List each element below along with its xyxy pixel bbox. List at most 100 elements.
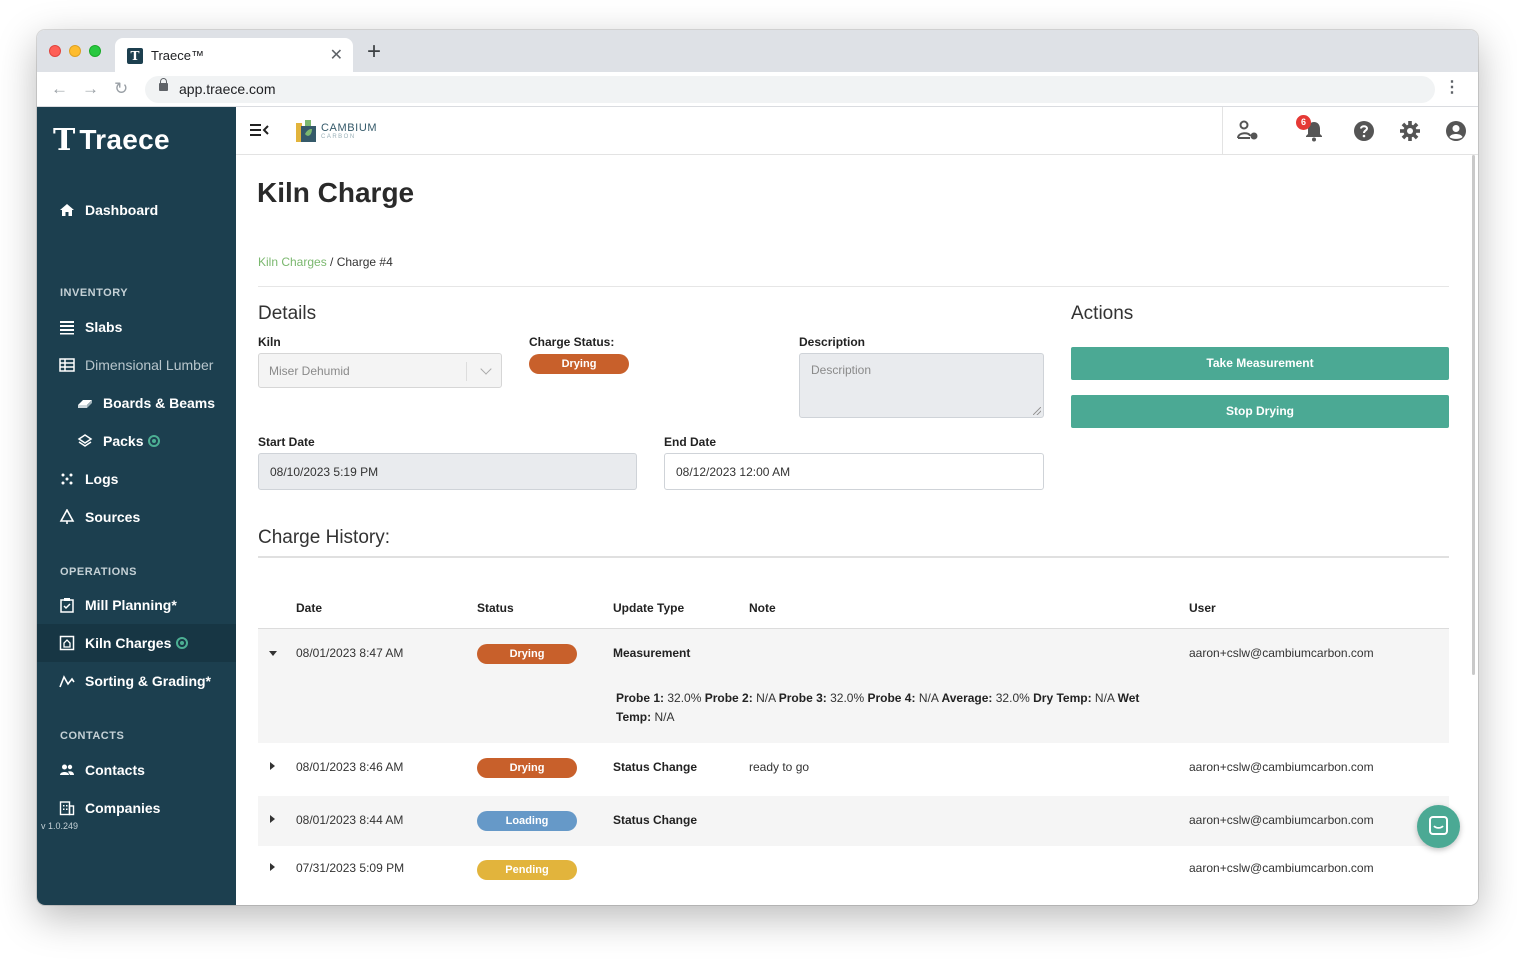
url-text: app.traece.com (179, 81, 276, 97)
new-tab-icon[interactable]: + (367, 40, 381, 64)
sidebar-item-sorting-grading[interactable]: Sorting & Grading* (37, 662, 236, 700)
section-label-operations: OPERATIONS (60, 566, 137, 578)
row-status-badge: Drying (477, 758, 577, 778)
browser-tab[interactable]: T Traece™ ✕ (115, 38, 353, 72)
charge-history-title: Charge History: (258, 527, 390, 548)
row-status-badge: Drying (477, 644, 577, 664)
sidebar-item-logs[interactable]: Logs (37, 460, 236, 498)
kiln-icon (59, 635, 75, 651)
row-date: 08/01/2023 8:46 AM (296, 760, 404, 774)
sidebar-item-label: Sources (85, 509, 141, 525)
breadcrumb: Kiln Charges / Charge #4 (258, 255, 393, 269)
sidebar-item-label: Packs (103, 433, 144, 449)
notifications-bell-icon[interactable]: 6 (1296, 115, 1326, 143)
column-header-date[interactable]: Date (296, 601, 322, 615)
description-label: Description (799, 335, 866, 349)
measurement-detail: Probe 1: 32.0% Probe 2: N/A Probe 3: 32.… (616, 691, 1140, 724)
start-date-label: Start Date (258, 435, 315, 449)
resize-handle-icon[interactable] (1033, 407, 1041, 415)
sorting-chart-icon (59, 673, 75, 689)
browser-tabbar: T Traece™ ✕ + (37, 30, 1478, 72)
home-icon (59, 202, 75, 218)
chat-support-button[interactable] (1417, 805, 1460, 848)
page-scrollbar[interactable] (1472, 155, 1475, 675)
address-bar: ← → ↻ app.traece.com ⋮ (37, 72, 1478, 107)
window-close-button[interactable] (49, 45, 61, 57)
column-header-update-type[interactable]: Update Type (613, 601, 684, 615)
row-date: 08/01/2023 8:47 AM (296, 646, 404, 660)
divider (258, 556, 1449, 558)
layers-icon (77, 433, 93, 449)
table-row[interactable]: 07/31/2023 5:09 PM Pending aaron+cslw@ca… (258, 846, 1449, 896)
traece-logo[interactable]: T Traece (53, 122, 170, 158)
sidebar-item-sources[interactable]: Sources (37, 498, 236, 536)
end-date-field[interactable]: 08/12/2023 12:00 AM (664, 453, 1044, 490)
row-update-type: Measurement (613, 646, 691, 660)
breadcrumb-link-kiln-charges[interactable]: Kiln Charges (258, 255, 327, 269)
details-title: Details (258, 303, 317, 324)
new-indicator-icon (148, 435, 161, 447)
end-date-label: End Date (664, 435, 717, 449)
select-divider (466, 362, 467, 381)
page-title: Kiln Charge (257, 177, 415, 208)
top-app-bar: CAMBIUM CARBON 6 (236, 107, 1478, 155)
sidebar-item-dashboard[interactable]: Dashboard (37, 191, 236, 229)
column-header-note[interactable]: Note (749, 601, 776, 615)
sidebar-item-boards-beams[interactable]: Boards & Beams (37, 384, 236, 422)
sidebar-item-label: Slabs (85, 319, 123, 335)
sidebar-item-mill-planning[interactable]: Mill Planning* (37, 586, 236, 624)
sidebar-item-dimensional-lumber[interactable]: Dimensional Lumber (37, 346, 236, 384)
sidebar-item-kiln-charges[interactable]: Kiln Charges (37, 624, 236, 662)
appbar-divider (1222, 107, 1223, 155)
column-header-user[interactable]: User (1189, 601, 1216, 615)
main-content: Kiln Charge Kiln Charges / Charge #4 Det… (236, 155, 1478, 905)
lock-icon (159, 78, 168, 91)
column-header-status[interactable]: Status (477, 601, 514, 615)
user-switch-icon[interactable] (1236, 119, 1260, 143)
sidebar-item-label: Logs (85, 471, 119, 487)
window-minimize-button[interactable] (69, 45, 81, 57)
help-icon[interactable] (1352, 119, 1376, 143)
settings-gear-icon[interactable] (1398, 119, 1422, 143)
collapse-caret-icon[interactable] (269, 651, 277, 656)
row-update-type: Status Change (613, 813, 698, 827)
table-row[interactable]: 08/01/2023 8:46 AM Drying Status Change … (258, 743, 1449, 796)
brand-sub: CARBON (321, 133, 356, 140)
take-measurement-button[interactable]: Take Measurement (1071, 347, 1449, 380)
sidebar-item-contacts[interactable]: Contacts (37, 751, 236, 789)
sidebar-item-slabs[interactable]: Slabs (37, 308, 236, 346)
stop-drying-button[interactable]: Stop Drying (1071, 395, 1449, 428)
logo-text: Traece (79, 124, 170, 155)
table-row[interactable]: 08/01/2023 8:44 AM Loading Status Change… (258, 796, 1449, 846)
reload-icon[interactable]: ↻ (114, 79, 128, 99)
sidebar-item-label: Boards & Beams (103, 395, 216, 411)
kiln-select[interactable]: Miser Dehumid (258, 353, 502, 388)
description-textarea[interactable]: Description (799, 353, 1044, 418)
tab-close-icon[interactable]: ✕ (330, 45, 343, 65)
window-zoom-button[interactable] (89, 45, 101, 57)
start-date-field[interactable]: 08/10/2023 5:19 PM (258, 453, 637, 490)
sidebar-item-packs[interactable]: Packs (37, 422, 236, 460)
browser-menu-icon[interactable]: ⋮ (1444, 78, 1460, 98)
table-row[interactable]: 08/01/2023 8:47 AM Drying Measurement aa… (258, 629, 1449, 743)
row-status-badge: Pending (477, 860, 577, 880)
account-icon[interactable] (1444, 119, 1468, 143)
sidebar-item-label: Sorting & Grading* (85, 673, 211, 689)
tab-title: Traece™ (151, 48, 204, 63)
slabs-icon (59, 319, 75, 335)
start-date-value: 08/10/2023 5:19 PM (270, 465, 379, 479)
kiln-label: Kiln (258, 335, 281, 349)
notification-count-badge: 6 (1296, 115, 1311, 130)
back-arrow-icon[interactable]: ← (51, 79, 68, 99)
forward-arrow-icon[interactable]: → (82, 79, 99, 99)
traece-logo-mark-icon: T (53, 122, 76, 158)
expand-caret-icon[interactable] (270, 762, 275, 770)
expand-caret-icon[interactable] (270, 815, 275, 823)
expand-caret-icon[interactable] (270, 863, 275, 871)
row-user: aaron+cslw@cambiumcarbon.com (1189, 646, 1374, 660)
collapse-menu-icon[interactable] (250, 121, 270, 139)
url-field[interactable]: app.traece.com (145, 76, 1435, 103)
row-date: 07/31/2023 5:09 PM (296, 861, 405, 875)
sidebar-item-label: Mill Planning* (85, 597, 177, 613)
end-date-value: 08/12/2023 12:00 AM (676, 465, 791, 479)
